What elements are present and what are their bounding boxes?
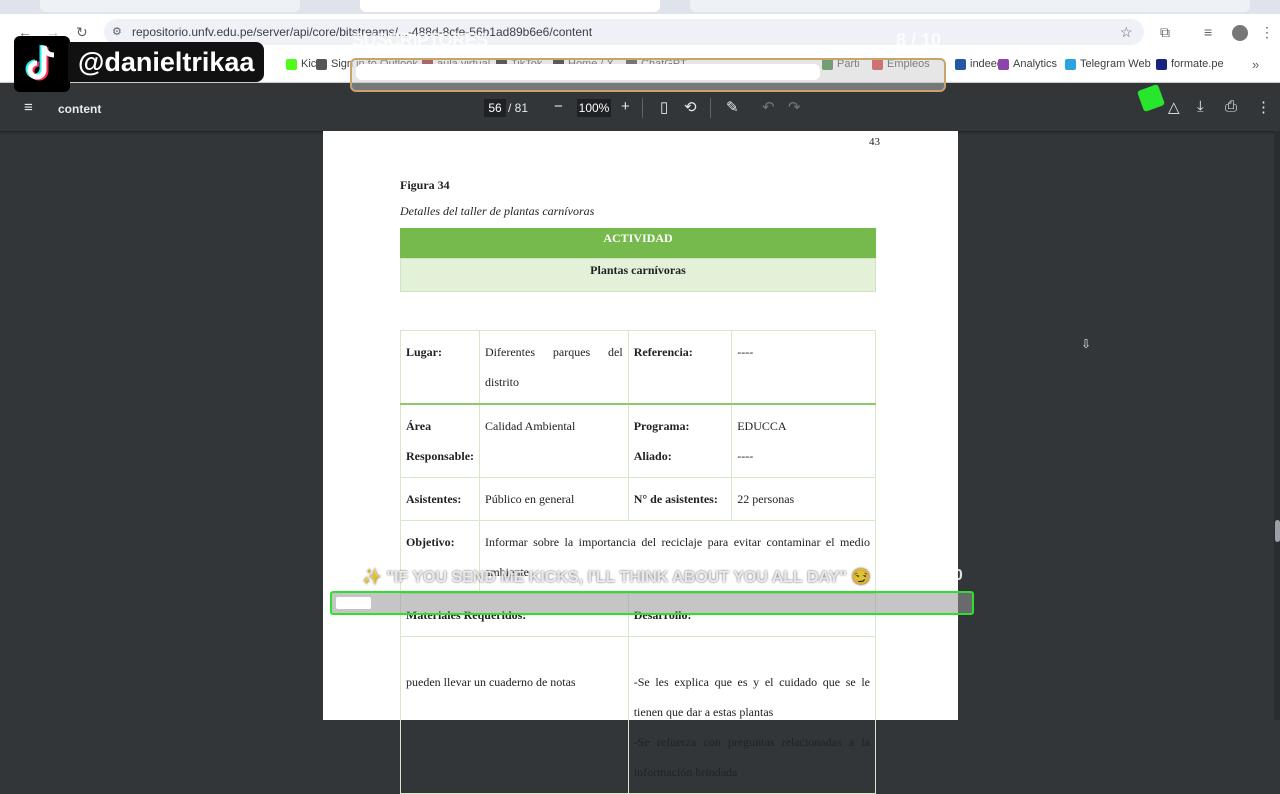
subscribers-count: 8 / 10: [896, 30, 942, 50]
kicks-goal-count: 112 / 2000: [888, 567, 963, 584]
draw-icon[interactable]: ✎: [726, 98, 739, 116]
redo-icon[interactable]: ↷: [788, 98, 801, 116]
activity-header-title: ACTIVIDAD: [603, 231, 673, 245]
cell-line: Programa:: [633, 419, 690, 433]
tiktok-handle: @danieltrikaa: [68, 42, 265, 82]
subscribers-progress-fill: [356, 64, 820, 80]
bookmark-label: formate.pe: [1171, 58, 1224, 70]
document-title: content: [58, 102, 102, 116]
more-options-icon[interactable]: ⋮: [1256, 98, 1271, 116]
table-cell: Programa: Aliado:: [627, 403, 733, 478]
fit-page-icon[interactable]: ▯: [660, 98, 668, 116]
undo-icon[interactable]: ↶: [762, 98, 775, 116]
tiktok-icon: [25, 45, 55, 81]
total-pages: / 81: [508, 101, 529, 115]
extensions-icon[interactable]: ⧉: [1160, 24, 1170, 41]
add-to-drive-icon[interactable]: △: [1168, 98, 1180, 116]
print-icon[interactable]: ⎙: [1225, 98, 1237, 115]
scrollbar[interactable]: [1274, 131, 1280, 720]
table-row: Lugar: Diferentes parques del distrito R…: [399, 330, 876, 405]
bookmark-favicon-icon: [286, 58, 297, 70]
table-cell: Referencia:: [627, 330, 733, 405]
table-cell: Lugar:: [399, 330, 481, 405]
table-cell: Asistentes:: [399, 477, 481, 521]
subscribers-label: SUSCRIPTORES: [352, 30, 488, 50]
page-number-input[interactable]: 56: [484, 99, 506, 117]
scrollbar-thumb[interactable]: [1275, 520, 1280, 542]
zoom-input[interactable]: 100%: [577, 99, 611, 117]
media-icon[interactable]: ≡: [1204, 24, 1212, 40]
bookmark-favicon-icon: [998, 58, 1009, 70]
table-cell: Calidad Ambiental: [479, 403, 629, 478]
table-cell: N° de asistentes:: [627, 477, 733, 521]
cell-line: EDUCCA: [737, 419, 787, 433]
bookmark-favicon-icon: [316, 58, 327, 70]
tab-strip: [0, 0, 1280, 14]
bookmark-indeed[interactable]: indeed: [955, 58, 1003, 70]
table-cell: EDUCCA ----: [731, 403, 876, 478]
table-cell: Área Responsable:: [399, 403, 481, 478]
pdf-page: 43 Figura 34 Detalles del taller de plan…: [323, 131, 958, 794]
table-cell: Público en general: [479, 477, 629, 521]
activity-name: Plantas carnívoras: [590, 263, 686, 277]
profile-avatar[interactable]: [1232, 25, 1248, 41]
bookmark-telegram-web[interactable]: Telegram Web: [1065, 58, 1151, 70]
table-row: Asistentes: Público en general N° de asi…: [399, 477, 876, 521]
reload-icon[interactable]: ↻: [76, 24, 88, 41]
table-cell: ----: [731, 330, 876, 405]
bookmark-star-icon[interactable]: ☆: [1120, 24, 1133, 41]
rotate-icon[interactable]: ⟲: [684, 98, 697, 116]
zoom-in-icon[interactable]: +: [621, 98, 630, 115]
cell-line: Aliado:: [633, 449, 672, 463]
menu-icon[interactable]: ⋮: [1260, 24, 1274, 41]
bookmark-formate-pe[interactable]: formate.pe: [1156, 58, 1224, 70]
table-cell: Diferentes parques del distrito: [479, 330, 629, 405]
toolbar-divider: [710, 98, 711, 118]
cell-line: -Se refuerza con preguntas relacionadas …: [633, 735, 870, 779]
browser-tab[interactable]: [40, 0, 300, 12]
sidebar-menu-icon[interactable]: ≡: [24, 99, 33, 116]
cell-line: ----: [737, 449, 754, 463]
table-cell: 22 personas: [731, 477, 876, 521]
cell-line: -Se les explica que es y el cuidado que …: [633, 675, 870, 719]
browser-tab[interactable]: [690, 0, 1250, 12]
cursor-icon: ⇩: [1081, 337, 1092, 351]
kicks-progress-bar: [330, 591, 974, 615]
tiktok-logo: [14, 36, 70, 92]
bookmark-favicon-icon: [1065, 58, 1076, 70]
activity-details-table: Lugar: Diferentes parques del distrito R…: [399, 330, 877, 794]
bookmark-analytics[interactable]: Analytics: [998, 58, 1057, 70]
site-info-icon[interactable]: ⚙: [112, 25, 122, 38]
activity-subheader: Plantas carnívoras: [400, 258, 876, 292]
kicks-progress-fill: [336, 597, 371, 609]
table-row: pueden llevar un cuaderno de notas -Se l…: [400, 636, 877, 794]
zoom-out-icon[interactable]: −: [554, 98, 563, 115]
kicks-goal-text: ✨ "IF YOU SEND ME KICKS, I'LL THINK ABOU…: [362, 569, 872, 586]
figure-caption: Detalles del taller de plantas carnívora…: [400, 204, 595, 218]
bookmark-favicon-icon: [1156, 58, 1167, 70]
browser-tab-active[interactable]: [360, 0, 660, 12]
download-icon[interactable]: ⤓: [1197, 98, 1204, 115]
table-cell: -Se les explica que es y el cuidado que …: [627, 636, 877, 794]
more-bookmarks-icon[interactable]: »: [1252, 57, 1259, 72]
toolbar-divider: [642, 98, 643, 118]
activity-header: ACTIVIDAD: [400, 228, 876, 258]
bookmark-label: Analytics: [1013, 58, 1058, 70]
figure-label: Figura 34: [400, 178, 450, 192]
table-row: Área Responsable: Calidad Ambiental Prog…: [399, 403, 876, 478]
bookmark-favicon-icon: [955, 58, 966, 70]
table-cell: pueden llevar un cuaderno de notas: [400, 636, 629, 794]
bookmark-label: Telegram Web: [1080, 58, 1151, 70]
page-number: 43: [869, 136, 880, 148]
